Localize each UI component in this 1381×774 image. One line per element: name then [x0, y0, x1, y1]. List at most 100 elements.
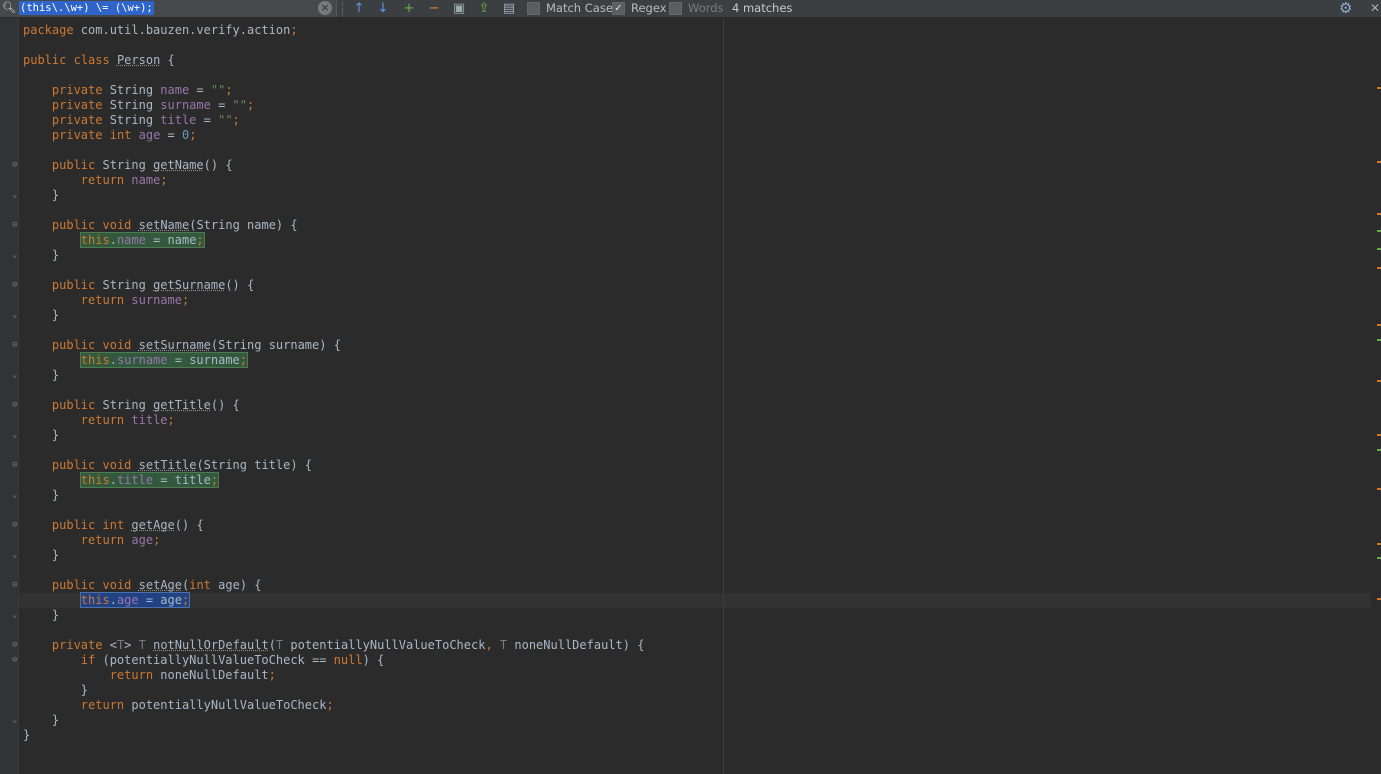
words-label[interactable]: Words — [688, 1, 724, 16]
stripe-marker[interactable] — [1377, 543, 1381, 545]
stripe-marker[interactable] — [1377, 449, 1381, 451]
stripe-marker[interactable] — [1377, 267, 1381, 269]
code-line[interactable]: public void setSurname(String surname) { — [23, 338, 341, 353]
fold-start-icon[interactable]: ⊖ — [12, 581, 21, 590]
code-line[interactable]: } — [23, 548, 59, 563]
add-occurrence-icon[interactable]: + — [400, 0, 418, 17]
code-line[interactable]: private String surname = ""; — [23, 98, 254, 113]
code-line[interactable]: private String title = ""; — [23, 113, 240, 128]
fold-start-icon[interactable]: ⊖ — [12, 281, 21, 290]
code-line[interactable]: return name; — [23, 173, 168, 188]
fold-end-icon[interactable]: ⌄ — [12, 431, 21, 440]
match-case-checkbox[interactable] — [527, 2, 540, 15]
code-line[interactable]: public void setTitle(String title) { — [23, 458, 312, 473]
fold-end-icon[interactable]: ⌄ — [12, 551, 21, 560]
code-line[interactable]: } — [23, 428, 59, 443]
fold-start-icon[interactable]: ⊖ — [12, 461, 21, 470]
clear-icon[interactable]: × — [318, 1, 332, 15]
stripe-marker[interactable] — [1377, 488, 1381, 490]
match-case-label[interactable]: Match Case — [546, 1, 613, 16]
stripe-marker[interactable] — [1377, 339, 1381, 341]
stripe-marker[interactable] — [1377, 324, 1381, 326]
code-line[interactable]: package com.util.bauzen.verify.action; — [23, 23, 298, 38]
find-toolbar: 🔍︎ (this\.\w+) \= (\w+); × ↑ ↓ + − ▣ ⇪ ▤… — [0, 0, 1381, 18]
code-line[interactable]: } — [23, 728, 30, 743]
code-line[interactable]: } — [23, 308, 59, 323]
remove-occurrence-icon[interactable]: − — [425, 0, 443, 17]
caret-row-highlight — [19, 593, 1371, 608]
fold-start-icon[interactable]: ⊖ — [12, 641, 21, 650]
fold-end-icon[interactable]: ⌄ — [12, 371, 21, 380]
code-line[interactable]: public void setName(String name) { — [23, 218, 298, 233]
code-line[interactable]: } — [23, 683, 88, 698]
code-line[interactable]: this.title = title; — [23, 472, 220, 488]
code-line[interactable]: } — [23, 608, 59, 623]
code-line[interactable]: if (potentiallyNullValueToCheck == null)… — [23, 653, 384, 668]
next-occurrence-icon[interactable]: ↓ — [374, 0, 392, 17]
code-line[interactable]: private int age = 0; — [23, 128, 197, 143]
search-icon[interactable]: 🔍︎ — [2, 1, 16, 14]
code-line[interactable]: } — [23, 713, 59, 728]
fold-end-icon[interactable]: ⌄ — [12, 611, 21, 620]
stripe-marker[interactable] — [1377, 87, 1381, 89]
stripe-marker[interactable] — [1377, 434, 1381, 436]
stripe-marker[interactable] — [1377, 248, 1381, 250]
fold-end-icon[interactable]: ⌄ — [12, 491, 21, 500]
stripe-marker[interactable] — [1377, 230, 1381, 232]
code-line[interactable]: return title; — [23, 413, 175, 428]
close-icon[interactable]: ✕ — [1370, 0, 1380, 17]
select-all-occurrences-icon[interactable]: ▣ — [450, 0, 468, 17]
code-line[interactable]: return potentiallyNullValueToCheck; — [23, 698, 334, 713]
previous-occurrence-icon[interactable]: ↑ — [350, 0, 368, 17]
fold-start-icon[interactable]: ⊖ — [12, 401, 21, 410]
code-line[interactable]: return age; — [23, 533, 161, 548]
stripe-marker[interactable] — [1377, 380, 1381, 382]
code-line[interactable]: return surname; — [23, 293, 189, 308]
stripe-marker[interactable] — [1377, 598, 1381, 600]
fold-end-icon[interactable]: ⌄ — [12, 311, 21, 320]
code-line[interactable]: this.name = name; — [23, 232, 205, 248]
editor-gutter[interactable]: ⊖ ⌄ ⊖ ⌄ ⊖ ⌄ ⊖ ⌄ ⊖ ⌄ ⊖ ⌄ ⊖ ⌄ ⊖ ⌄ ⊖ ⊖ ⌄ — [0, 18, 19, 774]
stripe-marker[interactable] — [1377, 557, 1381, 559]
code-line[interactable]: public String getSurname() { — [23, 278, 254, 293]
regex-label[interactable]: Regex — [631, 1, 667, 16]
right-margin-guide — [723, 18, 724, 774]
fold-end-icon[interactable]: ⌄ — [12, 191, 21, 200]
words-checkbox[interactable] — [669, 2, 682, 15]
export-icon[interactable]: ⇪ — [475, 0, 493, 17]
fold-start-icon[interactable]: ⊖ — [12, 521, 21, 530]
fold-start-icon[interactable]: ⊖ — [12, 161, 21, 170]
code-line[interactable]: public int getAge() { — [23, 518, 204, 533]
search-field-container[interactable]: 🔍︎ (this\.\w+) \= (\w+); × — [0, 0, 337, 17]
match-count-status: 4 matches — [732, 1, 793, 15]
search-match: this.age = age; — [79, 592, 191, 608]
code-line[interactable]: public String getName() { — [23, 158, 233, 173]
regex-checkbox[interactable]: ✓ — [612, 2, 625, 15]
code-line[interactable]: public String getTitle() { — [23, 398, 240, 413]
search-match: this.title = title; — [79, 472, 220, 488]
fold-start-icon[interactable]: ⊖ — [12, 221, 21, 230]
code-line[interactable]: } — [23, 248, 59, 263]
code-line[interactable]: } — [23, 368, 59, 383]
fold-start-icon[interactable]: ⊖ — [12, 656, 21, 665]
error-stripe[interactable] — [1371, 18, 1381, 774]
code-line[interactable]: this.age = age; — [23, 592, 191, 608]
code-line[interactable]: private <T> T notNullOrDefault(T potenti… — [23, 638, 645, 653]
fold-end-icon[interactable]: ⌄ — [12, 716, 21, 725]
search-input[interactable]: (this\.\w+) \= (\w+); — [19, 1, 154, 15]
code-line[interactable]: public class Person { — [23, 53, 175, 68]
code-line[interactable]: } — [23, 488, 59, 503]
filter-icon[interactable]: ▤ — [500, 0, 518, 17]
toolbar-grip — [342, 2, 345, 15]
settings-icon[interactable]: ⚙ — [1339, 0, 1352, 17]
code-line[interactable]: this.surname = surname; — [23, 352, 249, 368]
stripe-marker[interactable] — [1377, 213, 1381, 215]
code-line[interactable]: return noneNullDefault; — [23, 668, 276, 683]
code-line[interactable]: } — [23, 188, 59, 203]
stripe-marker[interactable] — [1377, 161, 1381, 163]
fold-start-icon[interactable]: ⊖ — [12, 341, 21, 350]
search-match: this.surname = surname; — [79, 352, 249, 368]
fold-end-icon[interactable]: ⌄ — [12, 251, 21, 260]
code-line[interactable]: private String name = ""; — [23, 83, 233, 98]
code-line[interactable]: public void setAge(int age) { — [23, 578, 262, 593]
